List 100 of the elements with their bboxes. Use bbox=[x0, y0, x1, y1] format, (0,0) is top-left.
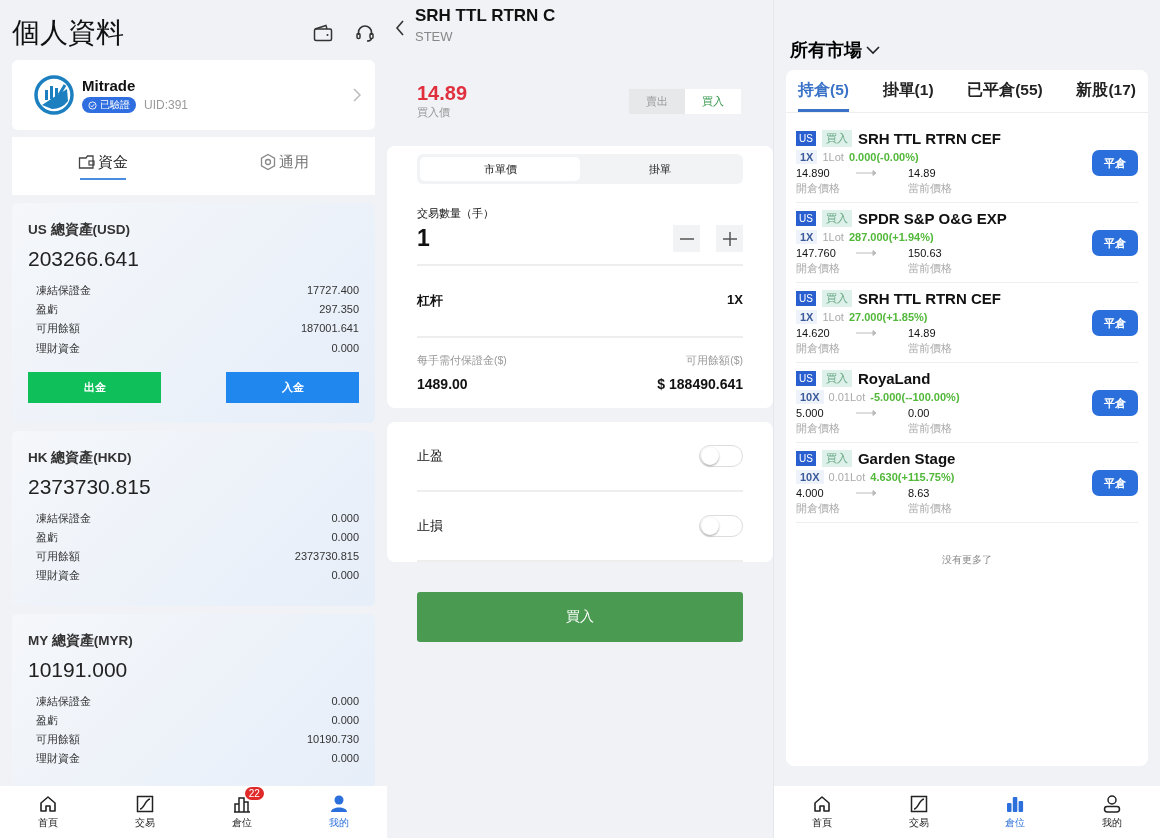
row-value: 2373730.815 bbox=[294, 549, 359, 565]
current-price-label: 當前價格 bbox=[908, 421, 953, 436]
toggle-label: 止盈 bbox=[417, 447, 443, 465]
order-type-tab[interactable]: 掛單 bbox=[580, 157, 740, 181]
account-name: Mitrade bbox=[82, 77, 137, 94]
end-of-list-note: 没有更多了 bbox=[941, 553, 993, 567]
close-position-button[interactable]: 平倉 bbox=[1092, 470, 1138, 496]
back-icon[interactable] bbox=[395, 20, 405, 36]
chart-icon bbox=[135, 794, 156, 814]
close-position-button[interactable]: 平倉 bbox=[1092, 390, 1138, 416]
position-name: SPDR S&P O&G EXP bbox=[857, 210, 1007, 227]
row-value: 10190.730 bbox=[307, 732, 359, 748]
row-label: 可用餘額 bbox=[36, 321, 80, 337]
side-toggle[interactable]: 買入 bbox=[685, 88, 741, 114]
positions-tab[interactable]: 持倉(5) bbox=[798, 80, 849, 112]
verified-badge: 已驗證 bbox=[82, 97, 136, 113]
logo-icon bbox=[34, 75, 74, 115]
open-price-label: 開倉價格 bbox=[796, 181, 841, 196]
total-assets: 203266.641 bbox=[28, 247, 140, 271]
chart-icon bbox=[908, 794, 929, 814]
market-tag: US bbox=[796, 371, 816, 386]
profit-loss: 287.000(+1.94%) bbox=[848, 231, 934, 243]
plus-button[interactable] bbox=[716, 225, 743, 252]
nav-tab[interactable]: 交易 bbox=[96, 786, 194, 838]
nav-tab[interactable]: 交易 bbox=[870, 786, 967, 838]
leverage-value[interactable]: 1X bbox=[727, 292, 743, 310]
leverage-tag: 1X bbox=[796, 310, 818, 324]
deposit-button[interactable]: 入金 bbox=[226, 371, 359, 403]
section-tab[interactable]: 資金 bbox=[12, 137, 194, 195]
open-price-label: 開倉價格 bbox=[796, 341, 841, 356]
positions-tab[interactable]: 掛單(1) bbox=[882, 80, 934, 112]
current-price: 150.63 bbox=[908, 247, 943, 259]
current-price-label: 當前價格 bbox=[908, 181, 953, 196]
row-value: 187001.641 bbox=[300, 321, 359, 337]
position-name: Garden Stage bbox=[857, 450, 956, 467]
leverage-tag: 1X bbox=[796, 230, 818, 244]
row-label: 盈虧 bbox=[36, 302, 58, 318]
row-label: 可用餘額 bbox=[36, 732, 80, 748]
lot-size: 0.01Lot bbox=[828, 391, 866, 403]
market-tag: US bbox=[796, 291, 816, 306]
account-title: MY 總資產(MYR) bbox=[28, 631, 134, 650]
bar-chart-icon bbox=[1005, 794, 1026, 814]
nav-tab[interactable]: 首頁 bbox=[774, 786, 871, 838]
current-price-label: 當前價格 bbox=[908, 261, 953, 276]
current-price: 8.63 bbox=[908, 487, 931, 499]
section-tab[interactable]: 通用 bbox=[193, 137, 375, 195]
close-position-button[interactable]: 平倉 bbox=[1092, 230, 1138, 256]
user-icon bbox=[1101, 794, 1122, 814]
open-price: 5.000 bbox=[796, 407, 825, 419]
row-label: 凍結保證金 bbox=[36, 283, 91, 298]
current-price-label: 當前價格 bbox=[908, 341, 953, 356]
positions-tab[interactable]: 新股(17) bbox=[1076, 80, 1136, 112]
profile-card[interactable]: Mitrade 已驗證 UID:391 bbox=[12, 60, 375, 130]
wallet-icon[interactable] bbox=[313, 24, 333, 42]
row-label: 理財資金 bbox=[36, 751, 80, 767]
row-value: 0.000 bbox=[331, 693, 359, 709]
quantity-label: 交易數量（手） bbox=[417, 206, 495, 221]
home-icon bbox=[38, 794, 59, 814]
open-price-label: 開倉價格 bbox=[796, 421, 841, 436]
order-type-tab[interactable]: 市單價 bbox=[420, 157, 580, 181]
nav-tab[interactable]: 我的 bbox=[1063, 786, 1160, 838]
account-title: HK 總資產(HKD) bbox=[28, 448, 133, 467]
row-value: 0.000 bbox=[331, 510, 359, 526]
wallet-icon bbox=[77, 154, 96, 170]
lot-size: 1Lot bbox=[822, 231, 844, 243]
current-price: 14.89 bbox=[908, 167, 937, 179]
profit-loss: -5.000(--100.00%) bbox=[870, 391, 960, 403]
close-position-button[interactable]: 平倉 bbox=[1092, 150, 1138, 176]
nav-tab[interactable]: 首頁 bbox=[0, 786, 97, 838]
row-label: 理財資金 bbox=[36, 568, 80, 584]
row-label: 凍結保證金 bbox=[36, 510, 91, 526]
page-title: 個人資料 bbox=[12, 16, 125, 50]
minus-button[interactable] bbox=[673, 225, 700, 252]
instrument-symbol: STEW bbox=[415, 29, 454, 44]
toggle-switch[interactable] bbox=[699, 445, 743, 467]
toggle-switch[interactable] bbox=[699, 515, 743, 537]
nav-tab[interactable]: 22 倉位 bbox=[193, 786, 291, 838]
side-tag: 買入 bbox=[821, 370, 852, 387]
position-name: SRH TTL RTRN CEF bbox=[857, 290, 1001, 307]
quantity-field[interactable]: 1 bbox=[417, 225, 673, 252]
side-tag: 買入 bbox=[821, 130, 852, 147]
open-price-label: 開倉價格 bbox=[796, 261, 841, 276]
available-value: $ 188490.641 bbox=[657, 376, 743, 392]
profit-loss: 4.630(+115.75%) bbox=[870, 471, 955, 483]
total-assets: 2373730.815 bbox=[28, 474, 152, 499]
row-value: 0.000 bbox=[331, 712, 359, 728]
side-tag: 買入 bbox=[821, 210, 852, 227]
nav-tab[interactable]: 倉位 bbox=[967, 786, 1064, 838]
count-badge: 22 bbox=[244, 787, 264, 800]
close-position-button[interactable]: 平倉 bbox=[1092, 310, 1138, 336]
check-icon bbox=[88, 100, 97, 110]
row-label: 理財資金 bbox=[36, 340, 80, 356]
user-id: UID:391 bbox=[144, 98, 189, 112]
instrument-name: SRH TTL RTRN C bbox=[415, 6, 556, 26]
headset-icon[interactable] bbox=[355, 23, 375, 43]
chevron-down-icon bbox=[866, 45, 880, 55]
market-dropdown[interactable]: 所有市場 bbox=[790, 38, 880, 62]
positions-tab[interactable]: 已平倉(55) bbox=[967, 80, 1043, 112]
row-value: 17727.400 bbox=[307, 283, 359, 298]
nav-tab[interactable]: 我的 bbox=[290, 786, 387, 838]
